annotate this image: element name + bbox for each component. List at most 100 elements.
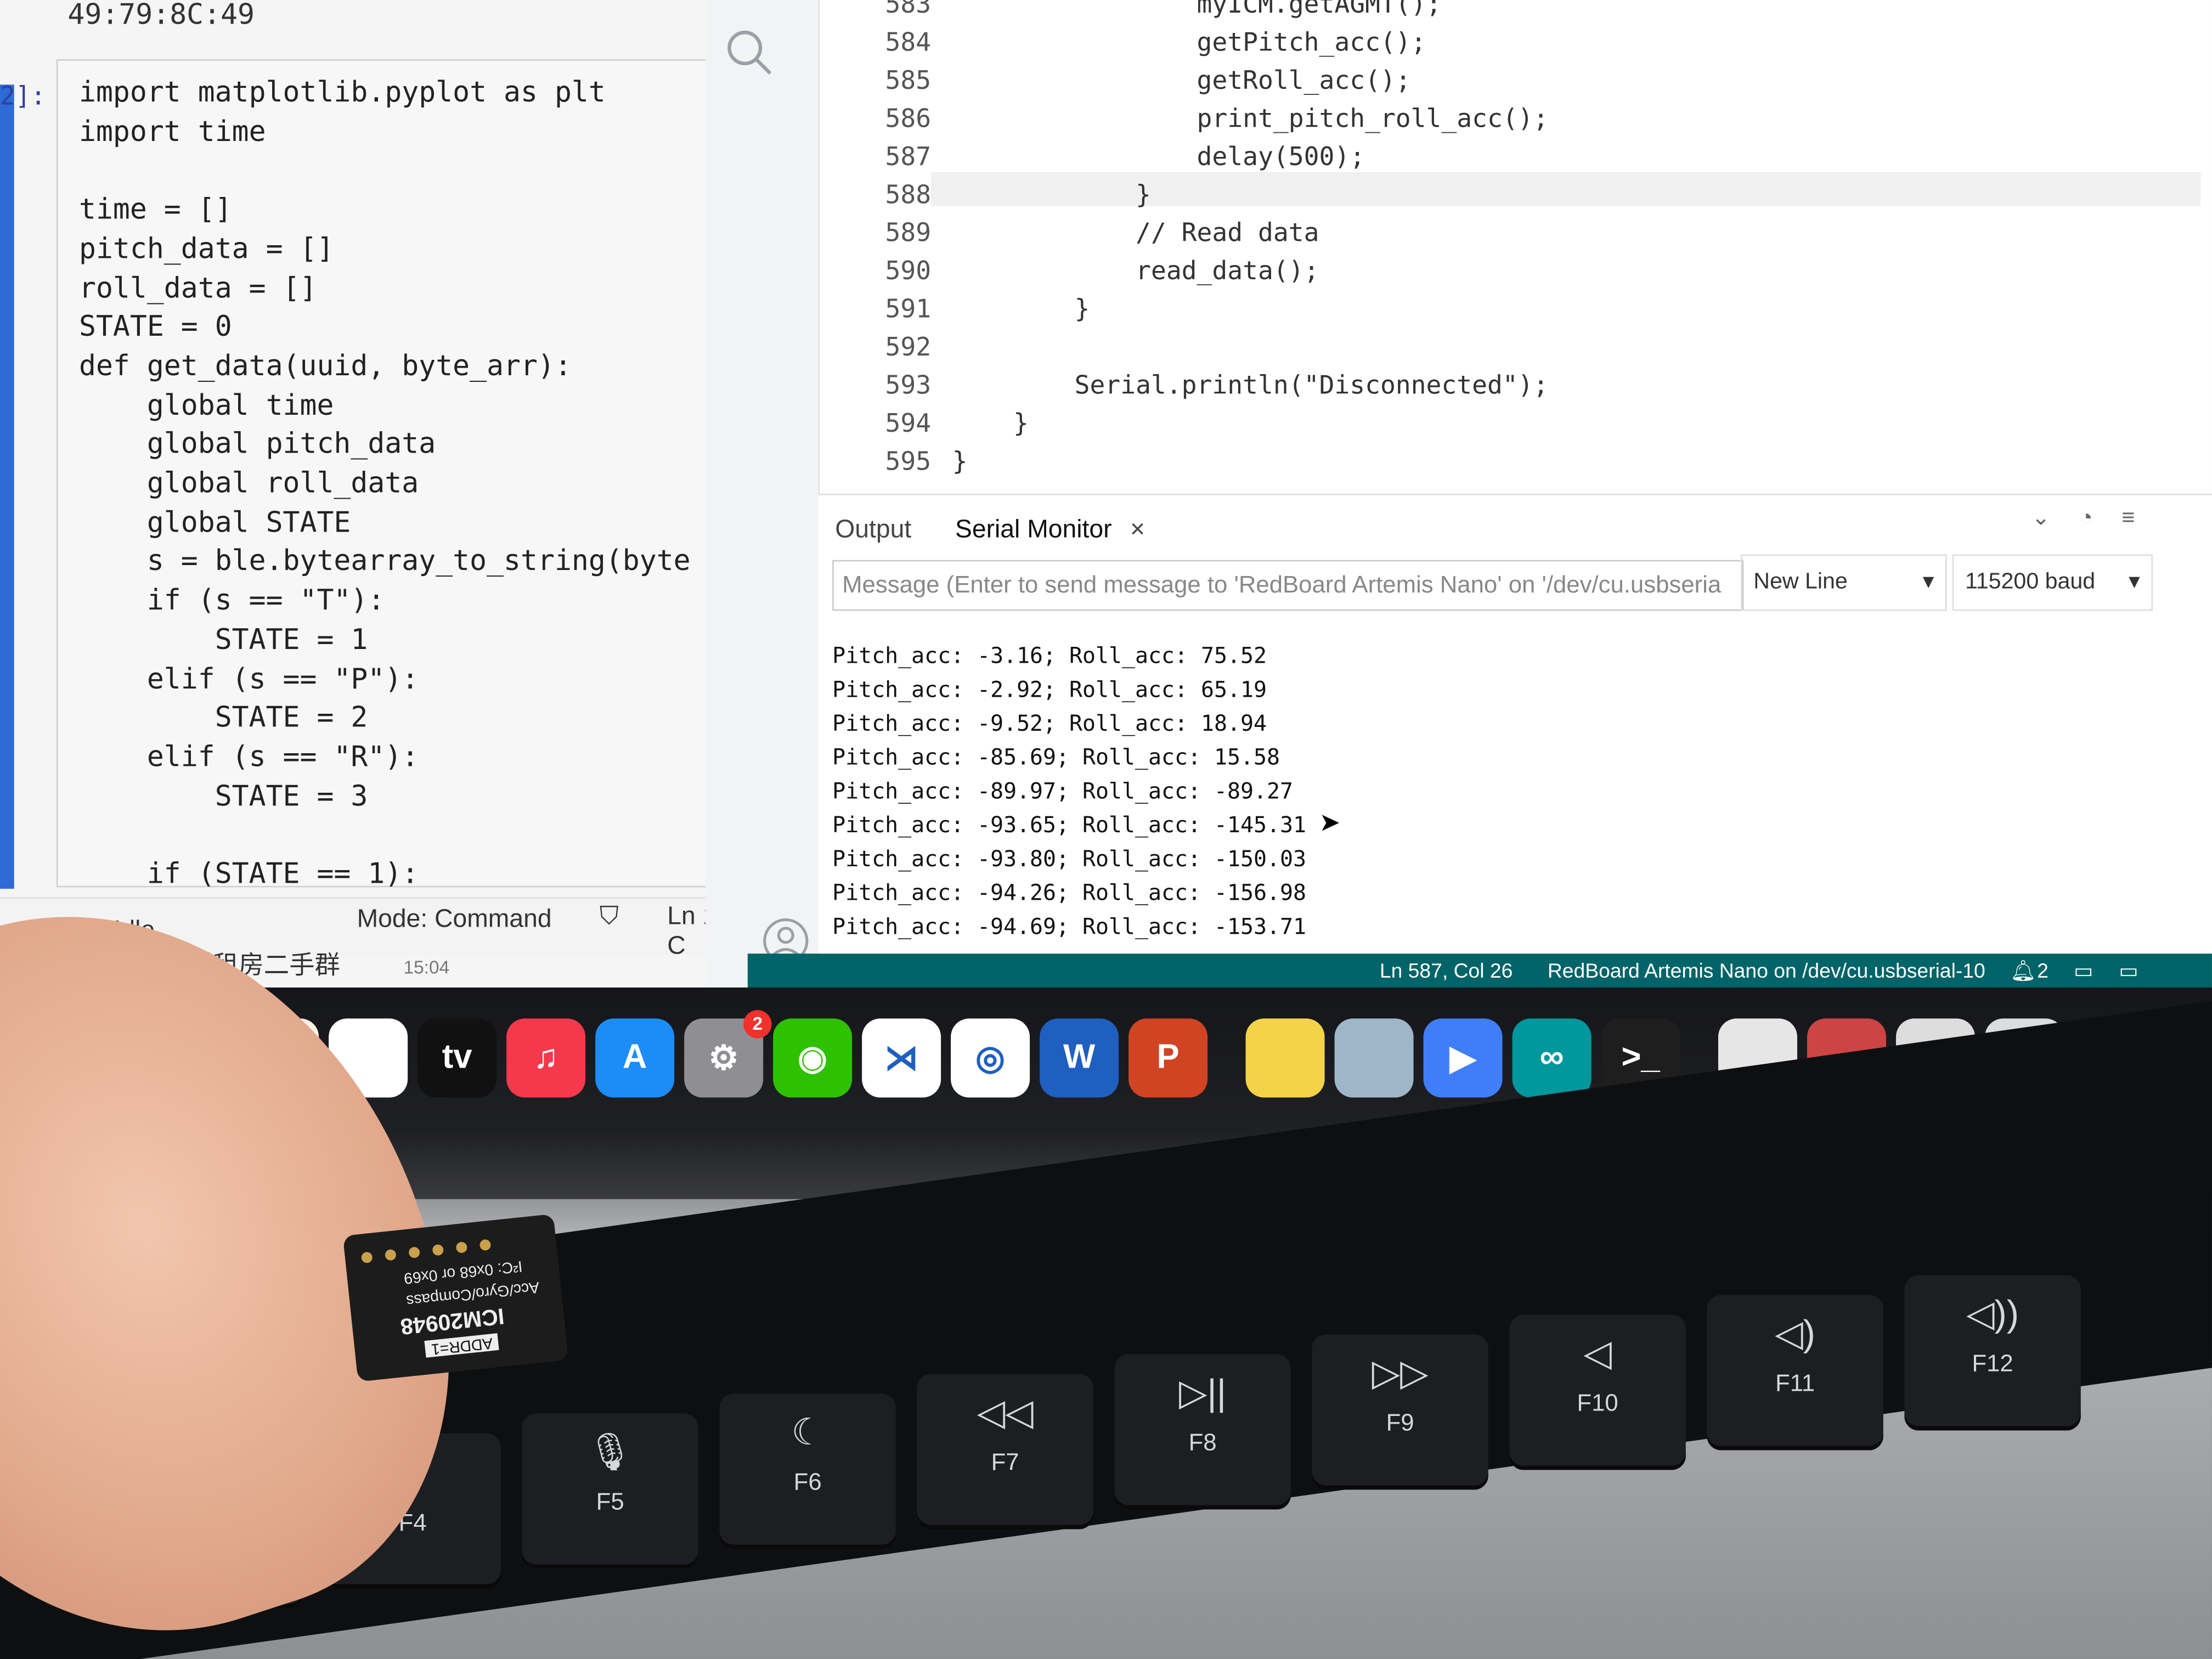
system-settings-icon[interactable]: ⚙ 2 <box>684 1010 772 1098</box>
serial-line: Pitch_acc: -93.65; Roll_acc: -145.31 <box>832 812 1306 838</box>
imu-sensor-board: ●●●●●● I²C: 0x68 or 0x69 Acc/Gyro/Compas… <box>342 1214 569 1382</box>
stickies-icon[interactable] <box>1245 1018 1325 1098</box>
system-settings-glyph: ⚙ <box>708 1039 739 1077</box>
line-number: 584 <box>885 28 932 58</box>
fn-key-label: F8 <box>1188 1429 1217 1456</box>
code-line: STATE = 3 <box>78 778 368 812</box>
fn-key-label: F9 <box>1386 1409 1414 1436</box>
clock-icon[interactable]: ◔ <box>2079 506 2093 531</box>
search-icon[interactable] <box>725 28 773 76</box>
key-f5[interactable]: 🎙 F5 <box>522 1413 698 1569</box>
jupyter-window: 49:79:8C:49 2]: import matplotlib.pyplot… <box>0 0 748 988</box>
code-line: delay(500); <box>952 142 1365 172</box>
code-line: STATE = 2 <box>78 700 368 734</box>
code-line: if (s == "T"): <box>78 583 385 617</box>
line-number-gutter: 583 584 585 586 587 588 589 590 591 592 593 594 595 <box>818 0 932 481</box>
baud-rate-value: 115200 baud <box>1965 569 2096 594</box>
clear-output-icon[interactable]: ≡ <box>2121 506 2135 531</box>
vscode-icon[interactable]: ⋊ <box>862 1018 941 1098</box>
app-store-icon[interactable]: A <box>595 1018 675 1098</box>
code-line: global STATE <box>78 504 351 539</box>
music-glyph: ♫ <box>533 1038 559 1076</box>
line-number: 587 <box>885 142 932 172</box>
apple-tv-icon[interactable]: tv <box>417 1018 497 1098</box>
status-board[interactable]: RedBoard Artemis Nano on /dev/cu.usbseri… <box>1548 953 1985 988</box>
serial-line: Pitch_acc: -2.92; Roll_acc: 65.19 <box>832 677 1267 703</box>
serial-line: Pitch_acc: -94.26; Roll_acc: -156.98 <box>832 880 1306 906</box>
word-icon[interactable]: W <box>1040 1018 1119 1098</box>
line-ending-select[interactable]: New Line ▾ <box>1741 554 1947 611</box>
layout-icon[interactable]: ▭ <box>2119 953 2138 988</box>
line-number: 583 <box>885 0 932 20</box>
code-line: global time <box>78 387 334 421</box>
tab-serial-monitor[interactable]: Serial Monitor <box>955 515 1112 543</box>
shield-icon: ⛉ <box>599 901 619 930</box>
key-f10[interactable]: ◁ F10 <box>1509 1314 1686 1470</box>
serial-line: Pitch_acc: -3.16; Roll_acc: 75.52 <box>832 643 1267 669</box>
line-number: 593 <box>885 371 932 401</box>
panel-toggle-icon[interactable]: ▭ <box>2074 953 2093 988</box>
arduino-icon[interactable]: ∞ <box>1512 1018 1592 1098</box>
infuse-glyph: ▶ <box>1449 1039 1476 1077</box>
cell-code[interactable]: import matplotlib.pyplot as plt import ti… <box>79 74 691 894</box>
serial-line: Pitch_acc: -85.69; Roll_acc: 15.58 <box>832 744 1280 770</box>
code-line: // Read data <box>952 218 1319 249</box>
line-ending-value: New Line <box>1753 569 1848 594</box>
line-number: 591 <box>885 295 932 325</box>
code-line: } <box>952 447 968 477</box>
code-line: global pitch_data <box>78 426 436 461</box>
line-number: 585 <box>885 66 932 96</box>
code-editor[interactable]: myICM.getAGMT(); getPitch_acc(); getRoll… <box>952 0 1549 481</box>
line-number: 594 <box>885 409 932 439</box>
app-store-glyph: A <box>622 1038 647 1076</box>
close-icon[interactable]: × <box>1130 515 1145 543</box>
code-line: pitch_data = [] <box>78 231 334 265</box>
powerpoint-icon[interactable]: P <box>1128 1018 1208 1098</box>
cell-prompt: 2]: <box>0 82 46 112</box>
line-number: 595 <box>885 447 932 477</box>
key-f11[interactable]: ◁) F11 <box>1707 1295 1883 1451</box>
code-line: myICM.getAGMT(); <box>952 0 1442 20</box>
fn-key-icon: 🎙 <box>586 1430 634 1473</box>
line-number: 588 <box>885 180 932 211</box>
code-line: s = ble.bytearray_to_string(byte <box>78 544 691 578</box>
key-f8[interactable]: ▷|| F8 <box>1114 1354 1291 1510</box>
music-icon[interactable]: ♫ <box>506 1018 586 1098</box>
code-line: def get_data(uuid, byte_arr): <box>78 348 572 382</box>
baud-rate-select[interactable]: 115200 baud ▾ <box>1952 554 2153 611</box>
key-f7[interactable]: ◁◁ F7 <box>917 1374 1093 1530</box>
mode-indicator: Mode: Command <box>357 904 552 933</box>
wechat-glyph: ◉ <box>798 1039 828 1077</box>
key-f6[interactable]: ☾ F6 <box>719 1393 896 1549</box>
wechat-icon[interactable]: ◉ <box>773 1018 853 1098</box>
serial-line: Pitch_acc: -9.52; Roll_acc: 18.94 <box>832 710 1267 737</box>
infuse-icon[interactable]: ▶ <box>1423 1018 1503 1098</box>
bell-icon[interactable]: 🔔︎ <box>2010 953 2036 988</box>
key-f12[interactable]: ◁)) F12 <box>1904 1275 2081 1431</box>
chrome-glyph: ◎ <box>975 1039 1006 1077</box>
fn-key-label: F7 <box>991 1448 1019 1476</box>
tab-output[interactable]: Output <box>835 515 911 543</box>
fn-key-icon: ◁) <box>1775 1312 1815 1355</box>
code-line: elif (s == "R"): <box>78 739 419 774</box>
chevron-down-icon[interactable]: ⌄ <box>2032 506 2050 531</box>
notification-count: 2 <box>2037 961 2049 984</box>
code-line: time = [] <box>78 191 232 226</box>
code-line: Serial.println("Disconnected"); <box>952 371 1549 401</box>
line-number: 590 <box>885 256 932 286</box>
serial-message-input[interactable]: Message (Enter to send message to 'RedBo… <box>832 560 1744 611</box>
apple-tv-glyph: tv <box>442 1038 472 1076</box>
mac-address-output: 49:79:8C:49 <box>67 0 255 31</box>
fn-key-icon: ▷▷ <box>1372 1351 1429 1394</box>
key-f9[interactable]: ▷▷ F9 <box>1312 1334 1488 1490</box>
preview-icon[interactable] <box>1334 1018 1414 1098</box>
fn-key-label: F12 <box>1972 1350 2013 1377</box>
chrome-icon[interactable]: ◎ <box>951 1018 1030 1098</box>
code-line: getRoll_acc(); <box>952 66 1411 96</box>
code-line: import time <box>78 114 266 148</box>
fn-key-icon: ◁◁ <box>977 1391 1034 1434</box>
line-number: 586 <box>885 104 932 134</box>
